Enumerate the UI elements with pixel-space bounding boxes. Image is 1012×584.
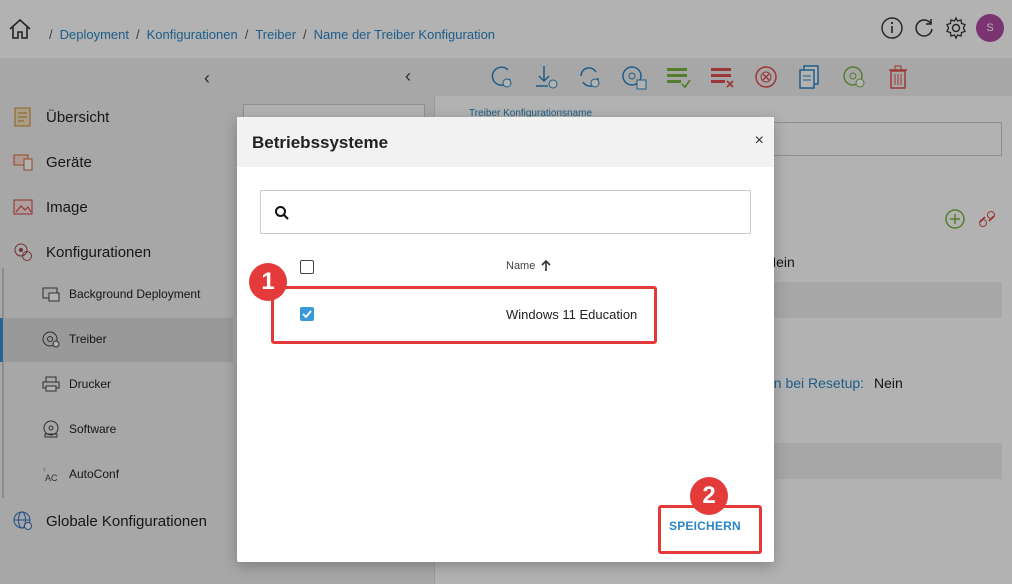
dialog-header: Betriebssysteme × [237,117,774,167]
search-field[interactable] [260,190,751,234]
search-icon [275,206,289,220]
search-input[interactable] [301,199,741,225]
column-header-name[interactable]: Name [506,260,551,272]
dialog-title: Betriebssysteme [252,133,389,152]
column-header-label: Name [506,260,536,272]
callout-badge-2: 2 [690,477,728,515]
sort-ascending-icon [541,260,551,271]
callout-badge-1: 1 [249,263,287,301]
close-icon[interactable]: × [755,132,764,150]
select-all-checkbox[interactable] [300,260,314,274]
callout-highlight-row [271,286,657,344]
